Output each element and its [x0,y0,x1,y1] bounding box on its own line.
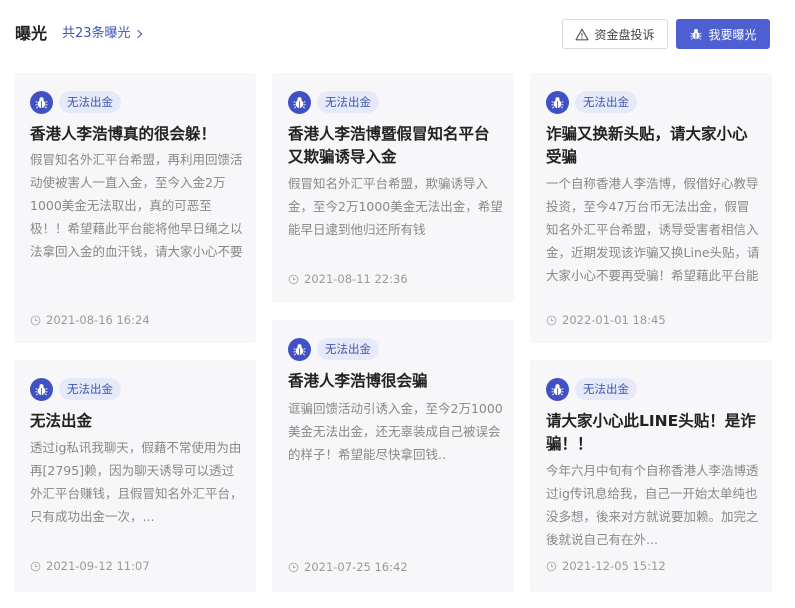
tag-label: 无法出金 [59,378,121,400]
exposure-card[interactable]: 无法出金 请大家小心此LINE头贴！是诈骗！！ 今年六月中旬有个自称香港人李浩博… [530,360,772,592]
tag-label: 无法出金 [317,91,379,113]
exposure-card[interactable]: 无法出金 香港人李浩博暨假冒知名平台又欺骗诱导入金 假冒知名外汇平台希盟，欺骗诱… [272,73,514,302]
card-body: 透过ig私讯我聊天，假藉不常使用为由再[2795]赖，因为聊天诱导可以透过外汇平… [30,440,243,524]
exposure-card[interactable]: 无法出金 诈骗又换新头贴，请大家小心受骗 一个自称香港人李浩博，假借好心教导投资… [530,73,772,343]
bug-icon [30,377,53,401]
complaint-button-label: 资金盘投诉 [594,27,655,42]
card-tag: 无法出金 [546,90,637,114]
clock-icon [30,315,41,326]
card-tag: 无法出金 [30,90,121,114]
card-date: 2022-01-01 18:45 [546,312,666,328]
card-tag: 无法出金 [30,377,121,401]
card-date-text: 2022-01-01 18:45 [562,313,666,327]
clock-icon [30,561,41,572]
card-tag: 无法出金 [546,377,637,401]
tag-label: 无法出金 [575,378,637,400]
exposure-card[interactable]: 无法出金 无法出金 透过ig私讯我聊天，假藉不常使用为由再[2795]赖，因为聊… [14,360,256,592]
card-date-text: 2021-07-25 16:42 [304,560,408,574]
clock-icon [288,562,299,573]
card-title[interactable]: 诈骗又换新头贴，请大家小心受骗 [546,123,761,169]
card-date-text: 2021-08-11 22:36 [304,272,408,286]
card-date: 2021-12-05 15:12 [546,558,666,574]
page-header: 曝光 共23条曝光 资金盘投诉 我要曝光 [0,0,795,68]
card-title[interactable]: 香港人李浩博很会骗 [288,370,503,393]
bug-icon [30,90,53,114]
bug-icon [689,27,703,41]
exposure-card[interactable]: 无法出金 香港人李浩博真的很会躲！ 假冒知名外汇平台希盟，再利用回馈活动使被害人… [14,73,256,343]
bug-icon [288,337,311,361]
card-title[interactable]: 无法出金 [30,410,245,433]
card-tag: 无法出金 [288,337,379,361]
card-date-text: 2021-08-16 16:24 [46,313,150,327]
warning-triangle-icon [575,28,590,40]
exposure-card[interactable]: 无法出金 香港人李浩博很会骗 诓骗回馈活动引诱入金，至今2万1000美金无法出金… [272,320,514,592]
card-title[interactable]: 香港人李浩博暨假冒知名平台又欺骗诱导入金 [288,123,503,169]
complaint-button[interactable]: 资金盘投诉 [562,19,668,49]
exposure-count-link[interactable]: 共23条曝光 [62,25,142,43]
expose-button[interactable]: 我要曝光 [676,19,770,49]
card-date: 2021-07-25 16:42 [288,559,408,575]
exposure-count-label: 共23条曝光 [62,26,131,41]
expose-button-label: 我要曝光 [708,27,757,42]
bug-icon [288,90,311,114]
card-body: 假冒知名外汇平台希盟，欺骗诱导入金，至今2万1000美金无法出金，希望能早日逮到… [288,176,503,237]
chevron-right-icon [133,29,142,39]
card-body: 诓骗回馈活动引诱入金，至今2万1000美金无法出金，还无辜装成自己被误会的样子！… [288,401,503,462]
card-title[interactable]: 请大家小心此LINE头贴！是诈骗！！ [546,410,761,456]
card-body: 假冒知名外汇平台希盟，再利用回馈活动使被害人一直入金，至今入金2万1000美金无… [30,152,243,259]
clock-icon [546,315,557,326]
page-title: 曝光 [15,24,48,43]
bug-icon [546,90,569,114]
card-date-text: 2021-12-05 15:12 [562,559,666,573]
card-date: 2021-08-16 16:24 [30,312,150,328]
clock-icon [546,561,557,572]
tag-label: 无法出金 [317,338,379,360]
tag-label: 无法出金 [575,91,637,113]
card-body: 今年六月中旬有个自称香港人李浩博透过ig传讯息给我，自己一开始太单纯也没多想，後… [546,463,759,547]
card-date: 2021-08-11 22:36 [288,271,408,287]
card-body: 一个自称香港人李浩博，假借好心教导投资，至今47万台币无法出金，假冒知名外汇平台… [546,176,760,283]
tag-label: 无法出金 [59,91,121,113]
clock-icon [288,274,299,285]
card-date: 2021-09-12 11:07 [30,558,150,574]
card-date-text: 2021-09-12 11:07 [46,559,150,573]
card-tag: 无法出金 [288,90,379,114]
bug-icon [546,377,569,401]
card-title[interactable]: 香港人李浩博真的很会躲！ [30,123,245,146]
